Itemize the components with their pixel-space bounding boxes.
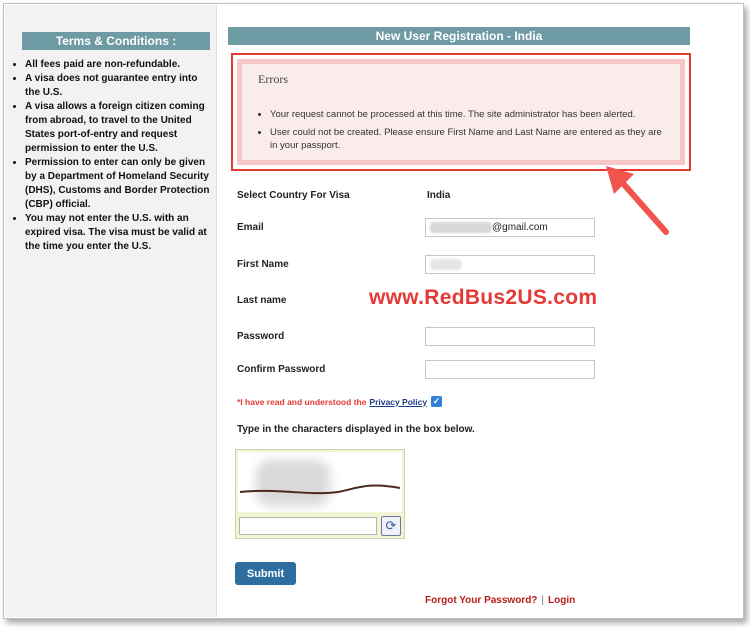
- page-title: New User Registration - India: [228, 27, 690, 45]
- submit-button[interactable]: Submit: [235, 562, 296, 585]
- captcha-image: [238, 452, 402, 512]
- refresh-captcha-icon[interactable]: ⟳: [381, 516, 401, 536]
- terms-item: A visa allows a foreign citizen coming f…: [25, 100, 210, 156]
- terms-item: Permission to enter can only be given by…: [25, 156, 210, 212]
- error-item: Your request cannot be processed at this…: [270, 108, 666, 121]
- password-label: Password: [237, 331, 285, 342]
- redacted-text: [430, 259, 462, 270]
- privacy-text: *I have read and understood the: [237, 396, 367, 407]
- first-name-field[interactable]: [425, 255, 595, 274]
- captcha-noise-line: [239, 484, 401, 495]
- terms-item: All fees paid are non-refundable.: [25, 58, 210, 72]
- country-value: India: [427, 190, 451, 201]
- terms-sidebar: Terms & Conditions : All fees paid are n…: [5, 5, 217, 617]
- terms-item: You may not enter the U.S. with an expir…: [25, 212, 210, 254]
- captcha-widget: ⟳: [235, 449, 405, 539]
- terms-item: A visa does not guarantee entry into the…: [25, 72, 210, 100]
- link-separator: |: [541, 595, 545, 606]
- captcha-input[interactable]: [239, 517, 377, 535]
- forgot-password-link[interactable]: Forgot Your Password?: [425, 595, 537, 606]
- errors-heading: Errors: [258, 72, 288, 86]
- error-item: User could not be created. Please ensure…: [270, 126, 666, 152]
- password-field[interactable]: [425, 327, 595, 346]
- arrow-annotation-icon: [606, 166, 669, 235]
- country-label: Select Country For Visa: [237, 190, 350, 201]
- privacy-checkbox[interactable]: ✓: [431, 396, 443, 407]
- error-panel: Errors Your request cannot be processed …: [231, 53, 691, 171]
- account-links: Forgot Your Password? | Login: [425, 595, 575, 606]
- first-name-label: First Name: [237, 259, 289, 270]
- confirm-password-label: Confirm Password: [237, 364, 326, 375]
- terms-title: Terms & Conditions :: [22, 32, 210, 50]
- errors-list: Your request cannot be processed at this…: [256, 108, 666, 157]
- privacy-consent: *I have read and understood the Privacy …: [237, 396, 443, 407]
- last-name-label: Last name: [237, 295, 287, 306]
- captcha-label: Type in the characters displayed in the …: [237, 424, 475, 435]
- login-link[interactable]: Login: [548, 595, 575, 606]
- email-label: Email: [237, 222, 264, 233]
- redacted-text: [430, 222, 492, 233]
- email-field[interactable]: @gmail.com: [425, 218, 595, 237]
- email-suffix: @gmail.com: [492, 222, 548, 234]
- watermark: www.RedBus2US.com: [369, 286, 598, 309]
- confirm-password-field[interactable]: [425, 360, 595, 379]
- privacy-policy-link[interactable]: Privacy Policy: [369, 397, 427, 407]
- terms-list: All fees paid are non-refundable. A visa…: [15, 58, 210, 254]
